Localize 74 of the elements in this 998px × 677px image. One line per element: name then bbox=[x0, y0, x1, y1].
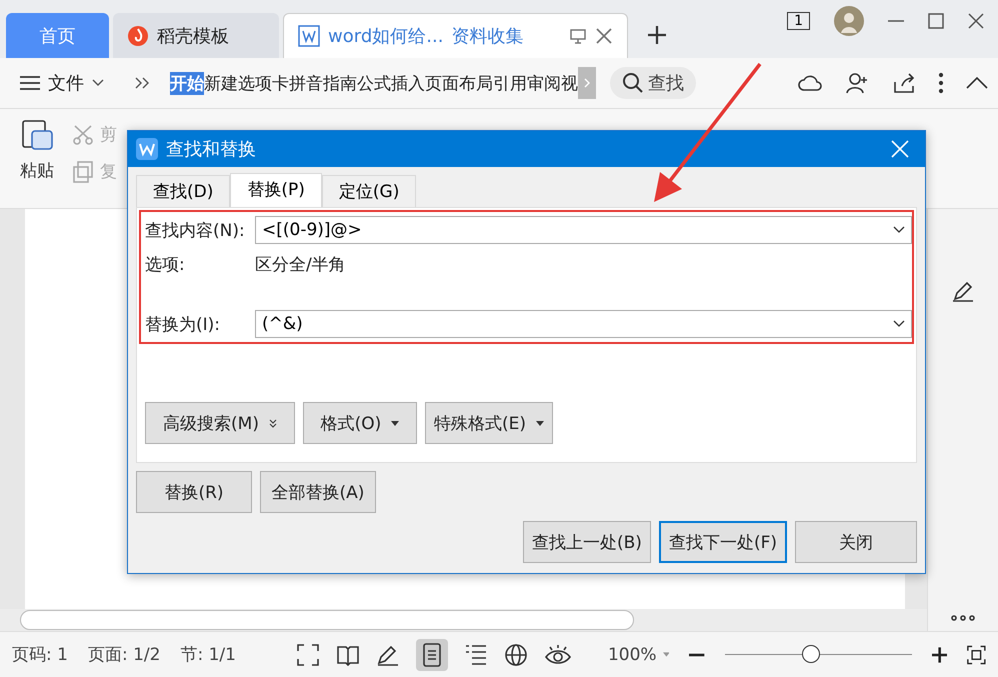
document-tab[interactable]: 稻壳模板 bbox=[113, 13, 279, 58]
option-text: 区分全/半角 bbox=[255, 254, 346, 276]
caret-icon bbox=[391, 420, 400, 426]
double-caret-icon bbox=[268, 418, 277, 428]
search-button[interactable]: 查找 bbox=[610, 67, 696, 99]
caret-icon bbox=[536, 420, 544, 426]
document-icon bbox=[298, 25, 320, 47]
more-icon bbox=[951, 615, 975, 621]
close-icon[interactable] bbox=[968, 13, 984, 29]
dialog-tab[interactable]: 查找(D) bbox=[136, 175, 230, 207]
field-label: 选项: bbox=[145, 254, 186, 276]
app-logo-icon bbox=[136, 138, 158, 160]
option-button[interactable]: 特殊格式(E) bbox=[425, 402, 554, 444]
replace-button[interactable]: 全部替换(A) bbox=[260, 471, 376, 513]
ribbon-tab[interactable]: 插入 bbox=[391, 72, 425, 94]
caret-icon[interactable] bbox=[893, 320, 905, 328]
field-label: 替换为(I): bbox=[145, 314, 222, 336]
clipboard-icon bbox=[20, 117, 54, 151]
scissors-icon bbox=[72, 124, 94, 146]
zoom-level[interactable]: 100% bbox=[608, 644, 657, 664]
field-label: 查找内容(N): bbox=[145, 220, 246, 242]
ribbon-tab[interactable]: 页面布局 bbox=[425, 72, 493, 94]
dialog-tab[interactable]: 替换(P) bbox=[230, 173, 322, 207]
ribbon-tab[interactable]: 视 bbox=[561, 72, 578, 94]
avatar-icon[interactable] bbox=[834, 6, 864, 36]
section-number: 节: 1/1 bbox=[180, 644, 236, 666]
flame-icon bbox=[127, 24, 149, 46]
nav-button[interactable]: 查找上一处(B) bbox=[523, 521, 651, 563]
replace-field[interactable]: (^&) bbox=[255, 310, 912, 338]
search-icon bbox=[622, 72, 644, 94]
dialog-title: 查找和替换 bbox=[166, 138, 256, 161]
option-button[interactable]: 格式(O) bbox=[303, 402, 417, 444]
ribbon-tab[interactable]: 引用 bbox=[493, 72, 527, 94]
chevron-double-icon[interactable] bbox=[134, 76, 150, 90]
nav-button[interactable]: 关闭 bbox=[795, 521, 917, 563]
more-icon bbox=[938, 72, 944, 94]
add-user-icon bbox=[846, 72, 870, 94]
zoom-in-icon bbox=[932, 646, 948, 664]
minimize-icon[interactable] bbox=[888, 20, 904, 22]
collapse-icon bbox=[966, 76, 988, 90]
monitor-icon[interactable] bbox=[569, 27, 587, 45]
zoom-out-icon bbox=[689, 652, 705, 656]
ribbon-tab[interactable]: 新建选项卡 bbox=[204, 72, 289, 94]
horizontal-scrollbar[interactable] bbox=[0, 609, 927, 631]
eye-icon bbox=[544, 642, 572, 666]
menu-icon bbox=[20, 75, 40, 91]
ribbon-tab[interactable]: 公式 bbox=[357, 72, 391, 94]
nav-button[interactable]: 查找下一处(F) bbox=[658, 521, 787, 563]
plus-icon[interactable] bbox=[646, 24, 668, 46]
find-field[interactable]: <[(0-9)]@> bbox=[255, 216, 912, 244]
page-count: 页面: 1/2 bbox=[88, 644, 160, 666]
maximize-icon[interactable] bbox=[928, 13, 944, 29]
ribbon-tab[interactable]: 拼音指南 bbox=[289, 72, 357, 94]
dialog-tab[interactable]: 定位(G) bbox=[322, 175, 416, 207]
fit-icon bbox=[967, 644, 986, 666]
option-button[interactable]: 高级搜索(M) bbox=[145, 402, 295, 444]
ribbon-tab[interactable]: 开始 bbox=[170, 72, 204, 94]
copy-icon bbox=[72, 160, 94, 182]
page-number: 页码: 1 bbox=[12, 644, 68, 666]
file-menu[interactable]: 文件 bbox=[20, 71, 104, 95]
replace-button[interactable]: 替换(R) bbox=[136, 471, 252, 513]
pen-icon bbox=[951, 279, 975, 303]
window-count[interactable]: 1 bbox=[787, 12, 810, 30]
share-icon bbox=[892, 72, 916, 94]
paste-button[interactable]: 粘贴 bbox=[20, 159, 54, 182]
fullscreen-icon bbox=[296, 642, 320, 666]
close-icon[interactable] bbox=[595, 27, 613, 45]
caret-icon bbox=[92, 79, 104, 87]
caret-icon[interactable] bbox=[893, 226, 905, 234]
outline-icon bbox=[464, 642, 488, 666]
ribbon-tab[interactable]: 审阅 bbox=[527, 72, 561, 94]
globe-icon bbox=[504, 642, 528, 666]
document-tab[interactable]: word如何给... 资料收集 bbox=[283, 13, 628, 58]
page-view-icon bbox=[416, 638, 448, 670]
